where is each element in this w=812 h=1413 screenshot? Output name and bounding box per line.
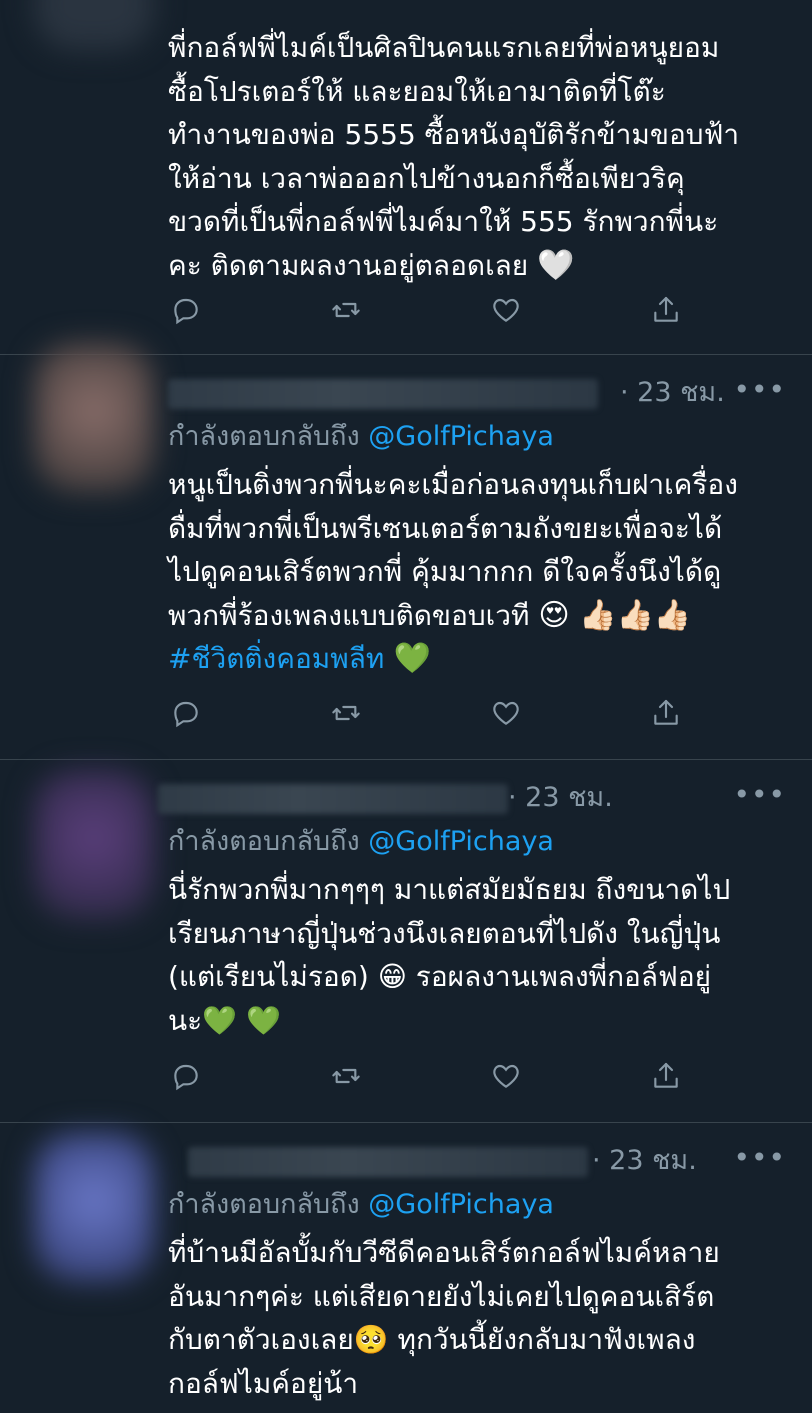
retweet-icon[interactable] (328, 292, 364, 328)
blurred-username[interactable] (158, 784, 508, 814)
like-icon[interactable] (488, 695, 524, 731)
avatar[interactable] (34, 343, 156, 493)
share-icon[interactable] (648, 1058, 684, 1094)
more-options-icon[interactable]: ••• (733, 373, 786, 407)
reply-context: กำลังตอบกลับถึง @GolfPichaya (168, 822, 796, 862)
like-icon[interactable] (488, 292, 524, 328)
tweet-text: ที่บ้านมีอัลบั้มกับวีซีดีคอนเสิร์ตกอล์ฟไ… (168, 1236, 720, 1400)
reply-context: กำลังตอบกลับถึง @GolfPichaya (168, 1185, 796, 1225)
more-options-icon[interactable]: ••• (733, 778, 786, 812)
tweet-actions (168, 1058, 728, 1098)
retweet-icon[interactable] (328, 1058, 364, 1094)
tweet-timestamp[interactable]: · 23 ชม. (592, 1141, 697, 1181)
reply-icon[interactable] (168, 695, 204, 731)
hashtag-link[interactable]: #ชีวิตติ่งคอมพลีท (168, 642, 384, 675)
white-heart-emoji: 🤍 (537, 247, 575, 283)
mention-link[interactable]: @GolfPichaya (368, 421, 554, 452)
share-icon[interactable] (648, 695, 684, 731)
tweet-actions (168, 292, 728, 332)
mention-link[interactable]: @GolfPichaya (368, 1189, 554, 1220)
tweet-text: หนูเป็นติ่งพวกพี่นะคะเมื่อก่อนลงทุนเก็บฝ… (168, 468, 738, 676)
emoji-group: 😍 👍🏻👍🏻👍🏻 (538, 597, 692, 633)
tweet-1[interactable]: พี่กอล์ฟพี่ไมค์เป็นศิลปินคนแรกเลยที่พ่อห… (0, 0, 812, 355)
like-icon[interactable] (488, 1058, 524, 1094)
reply-label: กำลังตอบกลับถึง (168, 421, 360, 452)
share-icon[interactable] (648, 292, 684, 328)
mention-link[interactable]: @GolfPichaya (368, 826, 554, 857)
avatar[interactable] (34, 1133, 156, 1283)
avatar[interactable] (34, 770, 156, 920)
blurred-username[interactable] (168, 379, 598, 409)
tweet-actions (168, 695, 728, 735)
tweet-timestamp[interactable]: · 23 ชม. (508, 778, 613, 818)
tweet-4[interactable]: · 23 ชม. ••• กำลังตอบกลับถึง @GolfPichay… (0, 1123, 812, 1413)
reply-icon[interactable] (168, 292, 204, 328)
tweet-2[interactable]: · 23 ชม. ••• กำลังตอบกลับถึง @GolfPichay… (0, 343, 812, 760)
more-options-icon[interactable]: ••• (733, 1141, 786, 1175)
reply-context: กำลังตอบกลับถึง @GolfPichaya (168, 417, 796, 457)
blurred-username[interactable] (188, 1147, 588, 1177)
retweet-icon[interactable] (328, 695, 364, 731)
tweet-text: พี่กอล์ฟพี่ไมค์เป็นศิลปินคนแรกเลยที่พ่อห… (168, 31, 740, 283)
reply-label: กำลังตอบกลับถึง (168, 826, 360, 857)
tweet-text: นี่รักพวกพี่มากๆๆๆ มาแต่สมัยมัธยม ถึงขนา… (168, 873, 731, 1037)
reply-icon[interactable] (168, 1058, 204, 1094)
green-heart-emoji: 💚 (384, 641, 432, 676)
reply-label: กำลังตอบกลับถึง (168, 1189, 360, 1220)
avatar[interactable] (34, 0, 156, 50)
tweet-3[interactable]: · 23 ชม. ••• กำลังตอบกลับถึง @GolfPichay… (0, 760, 812, 1123)
tweet-timestamp[interactable]: · 23 ชม. (620, 373, 725, 413)
